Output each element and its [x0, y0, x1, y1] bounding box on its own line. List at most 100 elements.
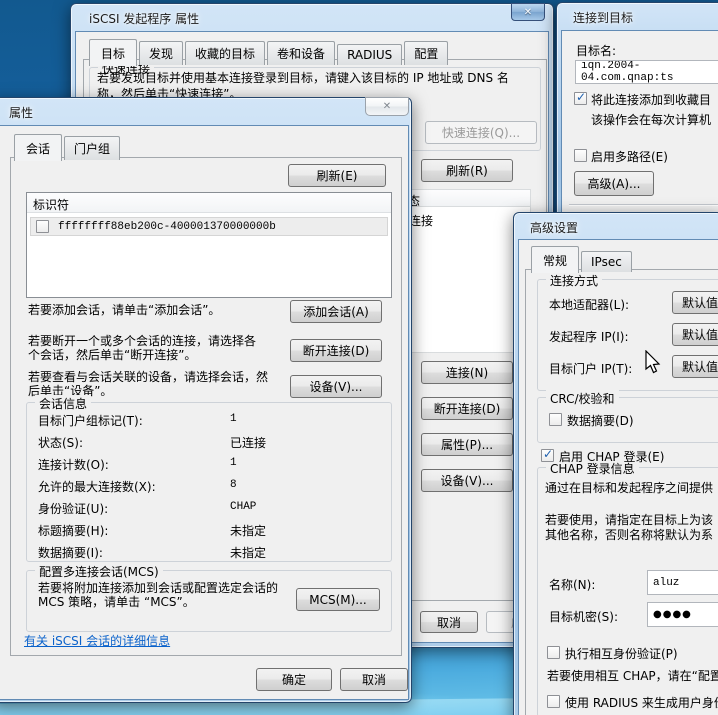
target-status-value: 连接	[409, 212, 433, 229]
session-info-group-label: 会话信息	[35, 395, 91, 412]
target-portal-ip-select[interactable]: 默认值	[672, 355, 718, 378]
tab-targets[interactable]: 目标	[89, 39, 137, 66]
disconnect-session-button[interactable]: 断开连接(D)	[290, 339, 382, 362]
refresh-button[interactable]: 刷新(R)	[421, 159, 513, 182]
mutual-chap-note: 若要使用相互 CHAP，请在“配置	[547, 667, 718, 684]
mcs-group-label: 配置多连接会话(MCS)	[35, 563, 163, 580]
divider	[569, 204, 718, 206]
connect-window-titlebar[interactable]: 连接到目标	[557, 3, 718, 29]
iscsi-window-title: iSCSI 发起程序 属性	[89, 10, 199, 27]
connect-to-target-window: 连接到目标 目标名: iqn.2004-04.com.qnap:ts 将此连接添…	[556, 2, 718, 242]
tab-radius[interactable]: RADIUS	[337, 44, 402, 65]
advanced-dialog-titlebar[interactable]: 高级设置	[514, 213, 718, 239]
session-info-label: 数据摘要(I):	[38, 544, 103, 561]
properties-button[interactable]: 属性(P)...	[421, 433, 513, 456]
cancel-button[interactable]: 取消	[340, 668, 408, 691]
session-info-label: 目标门户组标记(T):	[38, 412, 143, 429]
targets-list[interactable]: 连接	[401, 207, 531, 353]
session-info-label: 连接计数(O):	[38, 456, 109, 473]
target-secret-label: 目标机密(S):	[549, 608, 618, 625]
connect-button[interactable]: 连接(N)	[421, 361, 513, 384]
tab-portal-groups[interactable]: 门户组	[64, 136, 120, 160]
crc-checksum-group-label: CRC/校验和	[546, 390, 619, 407]
sessions-list[interactable]: 标识符 ffffffff88eb200c-400001370000000b	[26, 192, 392, 298]
ok-button[interactable]: 确定	[256, 668, 332, 691]
iscsi-session-details-link[interactable]: 有关 iSCSI 会话的详细信息	[24, 632, 170, 649]
close-icon[interactable]: ✕	[511, 3, 545, 21]
use-radius-checkbox[interactable]	[547, 695, 560, 708]
enable-chap-label: 启用 CHAP 登录(E)	[559, 448, 664, 465]
session-identifier: ffffffff88eb200c-400001370000000b	[58, 221, 276, 233]
connection-method-group-label: 连接方式	[546, 272, 602, 289]
mutual-auth-label: 执行相互身份验证(P)	[565, 645, 678, 662]
tab-discovery[interactable]: 发现	[139, 41, 183, 65]
disconnect-text-line2: 个会话，然后单击“断开连接”。	[28, 346, 196, 363]
iscsi-window-titlebar[interactable]: iSCSI 发起程序 属性 ✕	[71, 4, 553, 30]
enable-multipath-label: 启用多路径(E)	[591, 148, 668, 165]
session-info-value: 1	[230, 457, 237, 469]
mouse-cursor-icon	[642, 350, 664, 376]
tab-sessions[interactable]: 会话	[14, 134, 62, 161]
local-adapter-label: 本地适配器(L):	[549, 296, 629, 313]
session-info-label: 允许的最大连接数(X):	[38, 478, 156, 495]
chap-description: 通过在目标和发起程序之间提供	[545, 479, 713, 496]
targets-list-status-column-header[interactable]: 态	[401, 189, 531, 207]
session-devices-button[interactable]: 设备(V)...	[290, 375, 382, 398]
target-name-label: 目标名:	[576, 42, 616, 59]
session-info-value: 未指定	[230, 544, 266, 561]
disconnect-button[interactable]: 断开连接(D)	[421, 397, 513, 420]
refresh-sessions-button[interactable]: 刷新(E)	[288, 164, 386, 187]
quick-connect-text-line1: 若要发现目标并使用基本连接登录到目标，请键入该目标的 IP 地址或 DNS 名	[97, 69, 509, 86]
local-adapter-select[interactable]: 默认值	[672, 291, 718, 314]
chap-note-line2: 其他名称，否则名称将默认为系	[545, 526, 713, 543]
data-digest-label: 数据摘要(D)	[567, 412, 634, 429]
advanced-dialog-title: 高级设置	[530, 219, 578, 236]
session-info-label: 身份验证(U):	[38, 500, 108, 517]
session-info-label: 标题摘要(H):	[38, 522, 108, 539]
desktop: iSCSI 发起程序 属性 ✕ 目标 发现 收藏的目标 卷和设备 RADIUS …	[0, 0, 718, 715]
initiator-ip-label: 发起程序 IP(I):	[549, 328, 629, 345]
target-portal-ip-label: 目标门户 IP(T):	[549, 360, 632, 377]
add-session-text: 若要添加会话，请单击“添加会话”。	[28, 301, 220, 318]
mcs-text-line2: MCS 策略，请单击 “MCS”。	[38, 593, 195, 610]
quick-connect-button[interactable]: 快速连接(Q)...	[425, 121, 537, 144]
properties-dialog: 属性 ✕ 会话 门户组 刷新(E) 标识符 ffffffff88eb200c-4…	[0, 97, 412, 703]
connect-window-title: 连接到目标	[573, 9, 633, 26]
target-name-input[interactable]: iqn.2004-04.com.qnap:ts	[575, 60, 718, 84]
use-radius-label: 使用 RADIUS 来生成用户身份	[565, 694, 718, 711]
target-secret-input[interactable]: ●●●●	[647, 602, 718, 627]
cancel-button[interactable]: 取消	[420, 611, 478, 633]
advanced-settings-dialog: 高级设置 常规 IPsec 连接方式 本地适配器(L): 默认值 发起程序 IP…	[513, 212, 718, 715]
session-info-value: 1	[230, 413, 237, 425]
close-icon[interactable]: ✕	[365, 97, 409, 116]
mcs-button[interactable]: MCS(M)...	[296, 588, 380, 611]
tab-configuration[interactable]: 配置	[404, 41, 448, 65]
favorites-note: 该操作会在每次计算机	[591, 111, 711, 128]
sessions-list-header: 标识符	[27, 193, 391, 213]
tab-favorite-targets[interactable]: 收藏的目标	[185, 41, 265, 65]
properties-dialog-title: 属性	[9, 104, 33, 121]
enable-multipath-checkbox[interactable]	[574, 149, 587, 162]
data-digest-checkbox[interactable]	[549, 413, 562, 426]
session-info-value: 8	[230, 479, 237, 491]
session-info-value: CHAP	[230, 501, 256, 513]
mutual-auth-checkbox[interactable]	[547, 646, 560, 659]
tab-volumes-devices[interactable]: 卷和设备	[267, 41, 335, 65]
add-to-favorites-label: 将此连接添加到收藏目	[591, 91, 711, 108]
session-info-value: 已连接	[230, 434, 266, 451]
devices-button[interactable]: 设备(V)...	[421, 469, 513, 492]
chap-name-label: 名称(N):	[549, 576, 595, 593]
enable-chap-checkbox[interactable]	[541, 449, 554, 462]
tab-ipsec[interactable]: IPsec	[581, 251, 632, 272]
initiator-ip-select[interactable]: 默认值	[672, 323, 718, 346]
chap-name-input[interactable]: aluz	[647, 570, 718, 595]
add-session-button[interactable]: 添加会话(A)	[290, 300, 382, 323]
properties-dialog-titlebar[interactable]: 属性 ✕	[0, 98, 411, 124]
session-info-label: 状态(S):	[38, 434, 83, 451]
session-info-value: 未指定	[230, 522, 266, 539]
tab-general[interactable]: 常规	[531, 246, 579, 273]
add-to-favorites-checkbox[interactable]	[574, 92, 587, 105]
advanced-button[interactable]: 高级(A)...	[574, 171, 654, 196]
session-list-item[interactable]: ffffffff88eb200c-400001370000000b	[30, 217, 388, 236]
session-checkbox[interactable]	[36, 220, 49, 233]
